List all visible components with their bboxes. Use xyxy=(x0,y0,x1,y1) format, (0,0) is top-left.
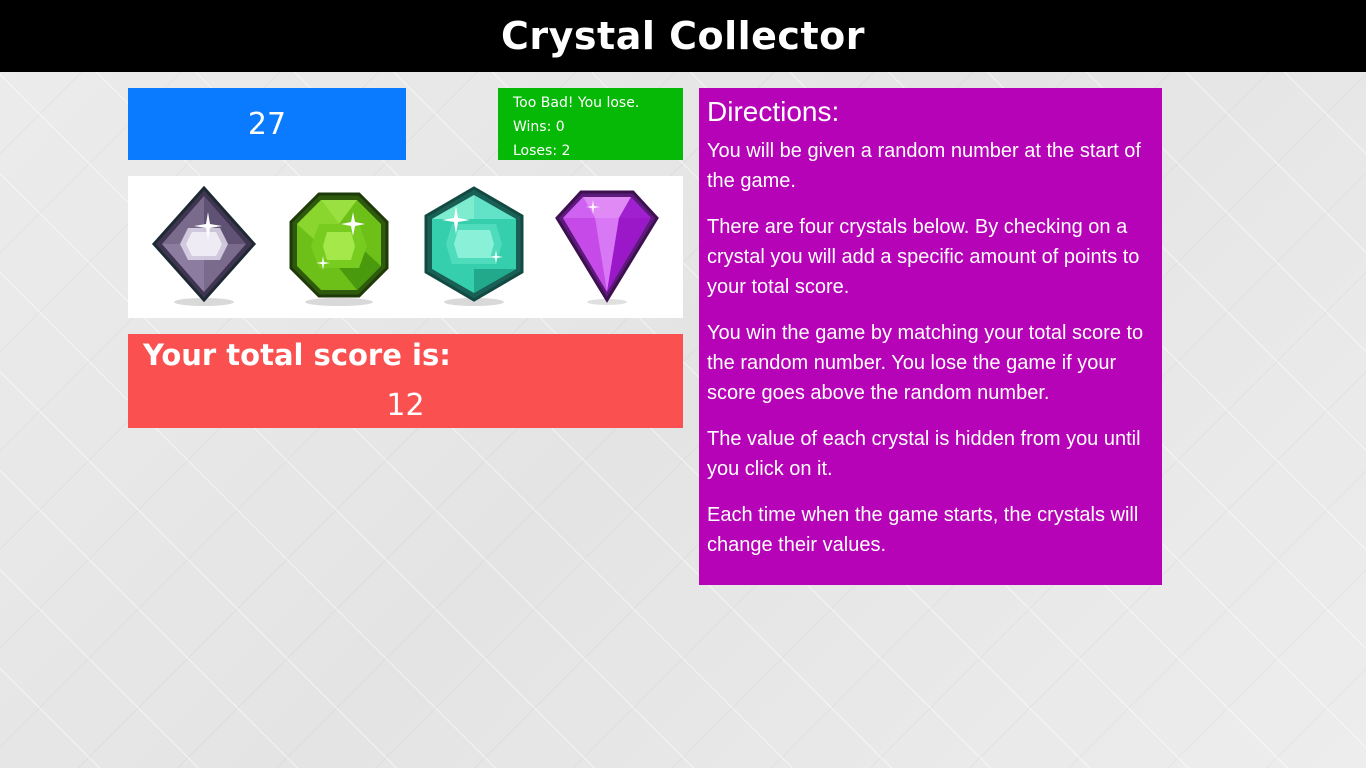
directions-paragraph: The value of each crystal is hidden from… xyxy=(707,428,1141,480)
page-title: Crystal Collector xyxy=(501,14,865,58)
green-octagon-crystal-button[interactable] xyxy=(283,184,393,310)
green-octagon-crystal-icon xyxy=(289,192,389,306)
directions-paragraph: There are four crystals below. By checki… xyxy=(707,216,1140,298)
purple-diamond-crystal-icon xyxy=(151,185,257,306)
directions-paragraph: Each time when the game starts, the crys… xyxy=(707,504,1139,556)
directions-paragraph: You will be given a random number at the… xyxy=(707,140,1141,192)
violet-gem-crystal-button[interactable] xyxy=(553,184,663,310)
header-bar: Crystal Collector xyxy=(0,0,1366,72)
score-value: 12 xyxy=(386,388,425,423)
violet-gem-crystal-icon xyxy=(555,190,659,305)
loses-count: Loses: 2 xyxy=(513,143,571,159)
crystals-panel xyxy=(128,176,683,318)
score-panel: Your total score is: 12 xyxy=(128,334,683,428)
wins-count: Wins: 0 xyxy=(513,119,565,135)
teal-hexagon-crystal-icon xyxy=(424,186,524,306)
target-number: 27 xyxy=(247,106,287,142)
target-number-box: 27 xyxy=(128,88,406,160)
status-panel: Too Bad! You lose. Wins: 0 Loses: 2 xyxy=(498,88,683,160)
purple-diamond-crystal-button[interactable] xyxy=(148,184,258,310)
score-label: Your total score is: xyxy=(143,338,451,372)
status-message: Too Bad! You lose. xyxy=(513,95,640,111)
directions-paragraph: You win the game by matching your total … xyxy=(707,322,1144,404)
directions-title: Directions: xyxy=(707,96,840,127)
teal-hexagon-crystal-button[interactable] xyxy=(418,184,528,310)
directions-panel: Directions: You will be given a random n… xyxy=(699,88,1162,585)
